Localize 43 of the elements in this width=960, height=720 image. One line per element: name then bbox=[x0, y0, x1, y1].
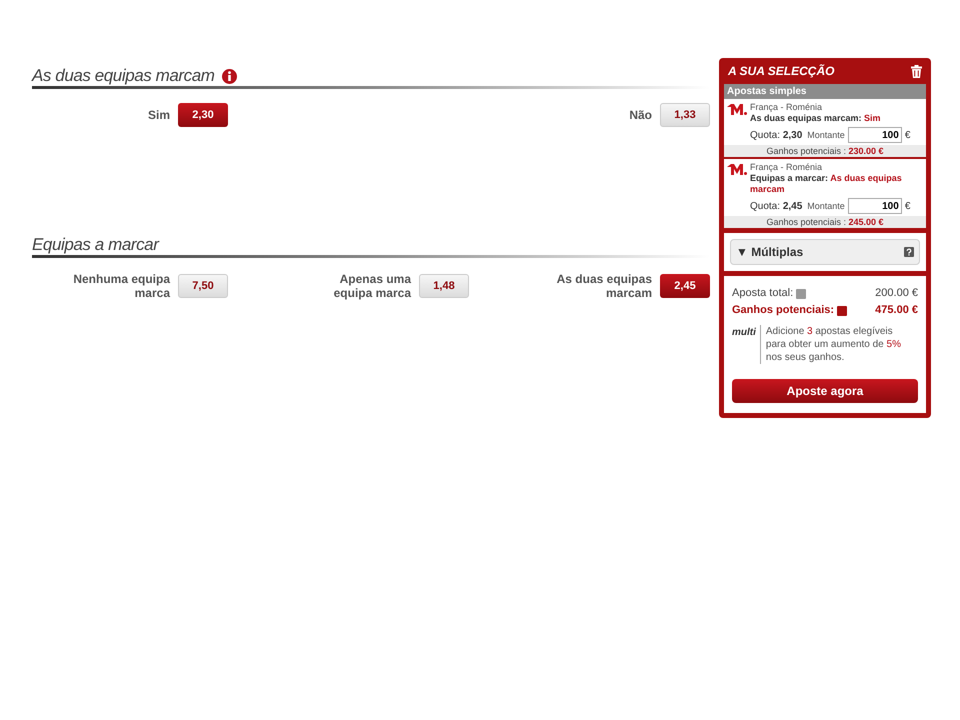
total-amount: 475.00 € bbox=[875, 303, 918, 318]
help-icon bbox=[904, 247, 914, 257]
total-amount: 200.00 € bbox=[875, 286, 918, 302]
multiples-toggle[interactable]: ▼ Múltiplas bbox=[730, 239, 920, 265]
match-name: França - Roménia bbox=[750, 102, 824, 113]
section-title: Equipas a marcar bbox=[32, 234, 158, 256]
selection-text: Equipas a marcar: As duas equipas marcam bbox=[750, 173, 903, 195]
currency-label: € bbox=[904, 130, 910, 140]
trash-icon[interactable] bbox=[911, 64, 922, 78]
match-name: França - Roménia bbox=[750, 162, 824, 173]
odds-text: Quota: 2,45 bbox=[750, 200, 802, 212]
logo-icon bbox=[727, 163, 747, 175]
stake-label: Montante bbox=[807, 130, 845, 140]
outcome-label: Apenas uma equipa marca bbox=[332, 272, 411, 300]
odds-button[interactable]: 1,48 bbox=[419, 274, 469, 298]
stake-input[interactable]: 100 bbox=[848, 127, 902, 143]
outcome-label: Nenhuma equipa marca bbox=[72, 272, 170, 300]
stake-input[interactable]: 100 bbox=[848, 198, 902, 214]
outcome-label: Não bbox=[629, 108, 652, 122]
outcome-label: As duas equipas marcam bbox=[556, 272, 652, 300]
outcome-label: Sim bbox=[148, 108, 170, 122]
currency-label: € bbox=[904, 200, 910, 212]
section-title: As duas equipas marcam bbox=[32, 65, 214, 88]
logo-icon bbox=[727, 103, 747, 115]
help-icon bbox=[837, 306, 848, 316]
info-icon[interactable] bbox=[222, 68, 238, 84]
total-label: Ganhos potenciais: bbox=[732, 303, 834, 318]
section-header: Apostas simples bbox=[724, 84, 926, 99]
place-bet-button[interactable]: Aposte agora bbox=[732, 379, 918, 403]
selection-text: As duas equipas marcam: Sim bbox=[750, 113, 882, 124]
winnings-text: Ganhos potenciais : 245.00 € bbox=[724, 216, 926, 228]
stake-label: Montante bbox=[807, 200, 845, 212]
odds-button[interactable]: 2,30 bbox=[178, 103, 228, 127]
help-icon bbox=[796, 288, 806, 298]
winnings-text: Ganhos potenciais : 230.00 € bbox=[724, 145, 926, 157]
promo-text: Adicione 3 apostas elegíveis para obter um aumento de 5% nos seus ganhos. bbox=[760, 325, 906, 364]
odds-button[interactable]: 2,45 bbox=[660, 274, 710, 298]
odds-button[interactable]: 7,50 bbox=[178, 274, 228, 298]
betslip-title: A SUA SELECÇÃO bbox=[728, 63, 834, 80]
total-label: Aposta total: bbox=[732, 286, 794, 302]
promo-logo: multi bbox=[732, 326, 756, 340]
odds-button[interactable]: 1,33 bbox=[660, 103, 710, 127]
odds-text: Quota: 2,30 bbox=[750, 130, 802, 140]
